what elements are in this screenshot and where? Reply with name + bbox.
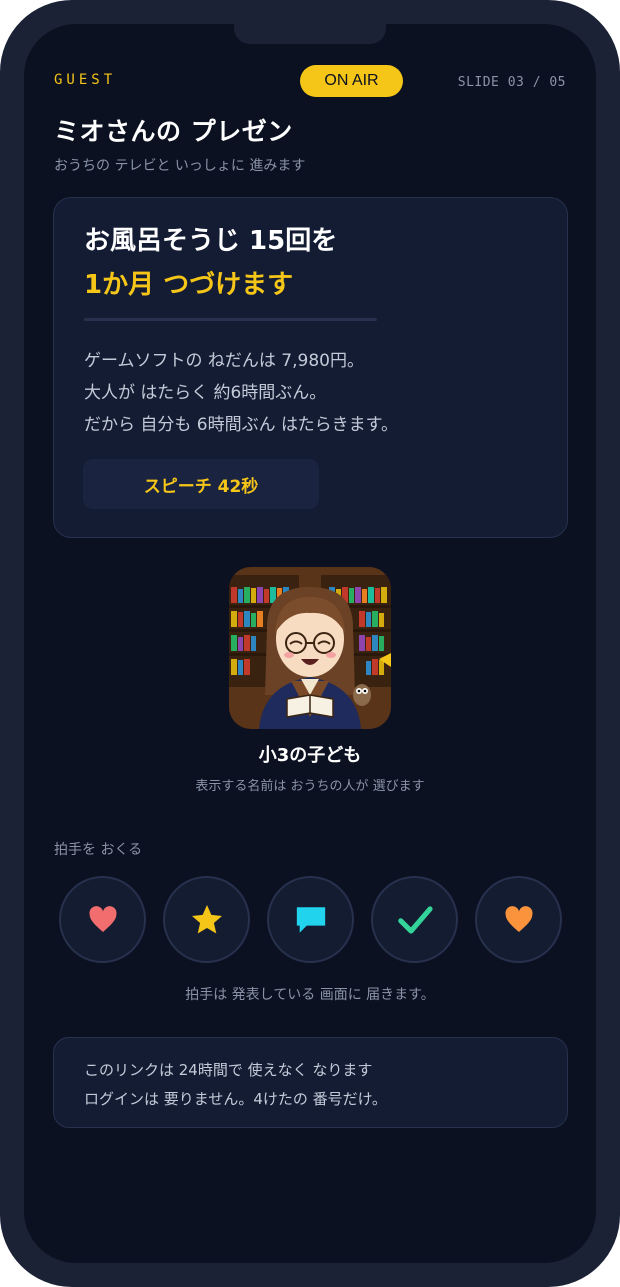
- speech-duration-chip: スピーチ 42秒: [83, 459, 319, 509]
- star-reaction-button[interactable]: [163, 876, 250, 963]
- slide-indicator: SLIDE 03 / 05: [457, 75, 566, 90]
- presenter-avatar-illustration: [229, 567, 391, 729]
- comment-reaction-button[interactable]: [267, 876, 354, 963]
- slide-body: ゲームソフトの ねだんは 7,980円。 大人が はたらく 約6時間ぶん。 だか…: [84, 345, 398, 441]
- slide-body-line: 大人が はたらく 約6時間ぶん。: [84, 383, 327, 403]
- check-reaction-button[interactable]: [371, 876, 458, 963]
- heart-icon: [88, 905, 117, 932]
- phone-frame: GUEST ON AIR SLIDE 03 / 05 ミオさんの プレゼン おう…: [0, 0, 620, 1287]
- guest-label: GUEST: [54, 72, 117, 88]
- slide-headline-line2: 1か月 つづけます: [84, 270, 294, 300]
- slide-body-line: だから 自分も 6時間ぶん はたらきます。: [84, 415, 398, 435]
- checkmark-icon: [397, 905, 433, 934]
- page-subtitle: おうちの テレビと いっしょに 進みます: [54, 158, 306, 174]
- presenter-avatar: [229, 567, 391, 729]
- applause-label: 拍手を おくる: [54, 842, 143, 858]
- heart-icon: [504, 905, 533, 932]
- speech-bubble-icon: [296, 906, 325, 933]
- link-info-box: このリンクは 24時間で 使えなく なります ログインは 要りません。4けたの …: [53, 1037, 568, 1128]
- camera-notch: [234, 24, 386, 44]
- orange-heart-reaction-button[interactable]: [475, 876, 562, 963]
- info-line: ログインは 要りません。4けたの 番号だけ。: [84, 1090, 387, 1108]
- slide-card: お風呂そうじ 15回を 1か月 つづけます ゲームソフトの ねだんは 7,980…: [53, 197, 568, 538]
- screen: GUEST ON AIR SLIDE 03 / 05 ミオさんの プレゼン おう…: [24, 24, 596, 1263]
- presenter-name-note: 表示する名前は おうちの人が 選びます: [195, 779, 425, 794]
- presenter-name: 小3の子ども: [258, 745, 362, 766]
- divider: [84, 318, 377, 321]
- slide-body-line: ゲームソフトの ねだんは 7,980円。: [84, 351, 364, 371]
- slide-headline-line1: お風呂そうじ 15回を: [84, 226, 338, 256]
- star-icon: [191, 904, 222, 933]
- page-title: ミオさんの プレゼン: [54, 117, 293, 146]
- on-air-badge: ON AIR: [300, 65, 403, 97]
- applause-note: 拍手は 発表している 画面に 届きます。: [185, 987, 435, 1003]
- info-line: このリンクは 24時間で 使えなく なります: [84, 1061, 373, 1079]
- heart-reaction-button[interactable]: [59, 876, 146, 963]
